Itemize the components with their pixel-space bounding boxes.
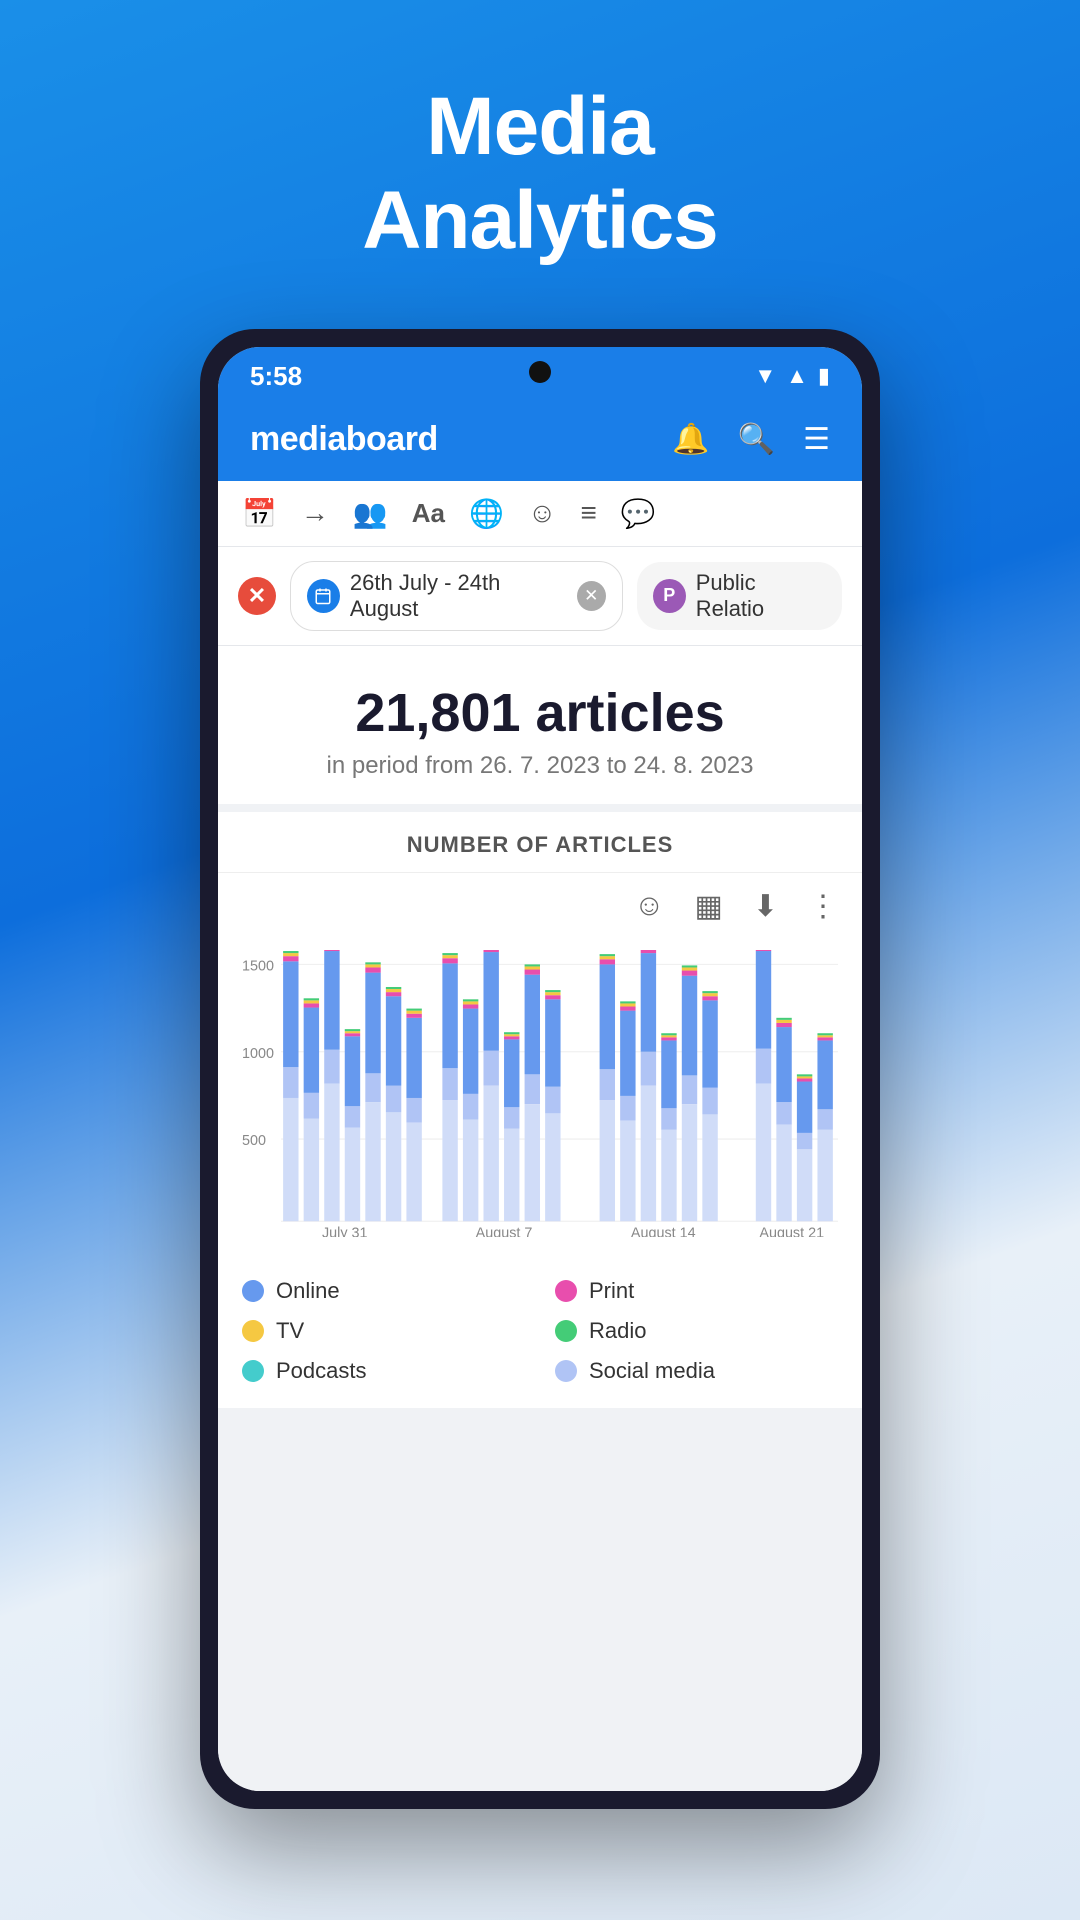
sort-filter-icon[interactable]: ≡: [580, 497, 596, 529]
bar-chart-icon[interactable]: ▦: [695, 889, 723, 924]
app-bar: mediaboard 🔔 🔍 ☰: [218, 402, 862, 481]
social-dot: [555, 1360, 577, 1382]
bar-group-9: [463, 999, 478, 1221]
legend-radio: Radio: [555, 1318, 838, 1344]
main-content: 21,801 articles in period from 26. 7. 20…: [218, 646, 862, 1791]
bar-group-19: [702, 991, 717, 1221]
app-bar-icons[interactable]: 🔔 🔍 ☰: [672, 422, 830, 457]
chart-area: 1500 1000 500: [218, 940, 862, 1259]
stats-header: 21,801 articles in period from 26. 7. 20…: [218, 646, 862, 804]
close-icon: ✕: [248, 583, 266, 609]
bar-group-16: [641, 950, 656, 1221]
region-filter-icon[interactable]: 🌐: [469, 497, 504, 530]
bar-group-20: [756, 950, 771, 1221]
print-dot: [555, 1280, 577, 1302]
legend-podcasts: Podcasts: [242, 1358, 525, 1384]
svg-text:August 14: August 14: [631, 1225, 696, 1237]
article-count: 21,801 articles: [242, 682, 838, 744]
legend-podcasts-label: Podcasts: [276, 1358, 367, 1384]
sentiment-chart-icon[interactable]: ☺: [634, 889, 665, 923]
date-chip-icon: [307, 579, 340, 613]
bar-group-1: [283, 951, 298, 1221]
wifi-icon: ▼: [754, 363, 776, 389]
date-range-chip[interactable]: 26th July - 24th August ✕: [290, 561, 623, 631]
chart-legend: Online Print TV Radio: [218, 1258, 862, 1408]
bar-group-7: [406, 1008, 421, 1221]
radio-dot: [555, 1320, 577, 1342]
bar-group-5: [365, 962, 380, 1221]
remove-date-chip-button[interactable]: ✕: [577, 581, 606, 611]
bar-group-13: [545, 990, 560, 1221]
sentiment-filter-icon[interactable]: ☺: [528, 497, 557, 529]
legend-print: Print: [555, 1278, 838, 1304]
menu-icon[interactable]: ☰: [803, 422, 830, 457]
filter-toolbar[interactable]: 📅 → 👥 Aa 🌐 ☺ ≡ 💬: [218, 481, 862, 547]
bar-group-10: [483, 950, 498, 1221]
language-filter-icon[interactable]: Aa: [412, 498, 445, 529]
battery-icon: ▮: [818, 363, 830, 389]
svg-text:1000: 1000: [242, 1045, 274, 1061]
chart-title: NUMBER OF ARTICLES: [218, 812, 862, 873]
bar-chart-svg: 1500 1000 500: [242, 950, 838, 1238]
status-time: 5:58: [250, 361, 302, 392]
legend-radio-label: Radio: [589, 1318, 646, 1344]
bar-group-12: [525, 964, 540, 1221]
bar-group-23: [817, 1033, 832, 1221]
legend-social: Social media: [555, 1358, 838, 1384]
author-filter-icon[interactable]: 👥: [353, 497, 388, 530]
stats-period: in period from 26. 7. 2023 to 24. 8. 202…: [242, 752, 838, 780]
status-icons: ▼ ▲ ▮: [754, 363, 830, 389]
signal-icon: ▲: [786, 363, 808, 389]
pr-chip[interactable]: P Public Relatio: [637, 562, 842, 630]
svg-text:August 21: August 21: [759, 1225, 824, 1237]
notification-icon[interactable]: 🔔: [672, 422, 709, 457]
camera-dot: [529, 361, 551, 383]
bar-group-15: [620, 1001, 635, 1221]
pr-avatar: P: [653, 579, 686, 613]
bar-group-4: [345, 1029, 360, 1221]
podcasts-dot: [242, 1360, 264, 1382]
bar-group-14: [600, 954, 615, 1221]
legend-tv-label: TV: [276, 1318, 304, 1344]
clear-filter-button[interactable]: ✕: [238, 577, 276, 615]
bar-group-18: [682, 965, 697, 1221]
calendar-filter-icon[interactable]: 📅: [242, 497, 277, 530]
more-options-icon[interactable]: ⋮: [808, 889, 838, 924]
chart-toolbar[interactable]: ☺ ▦ ⬇ ⋮: [218, 873, 862, 940]
phone-mockup: 5:58 ▼ ▲ ▮ mediaboard 🔔 🔍 ☰ 📅 → 👥 Aa 🌐 ☺: [200, 329, 880, 1809]
chip-close-icon: ✕: [584, 586, 598, 606]
source-filter-icon[interactable]: →: [301, 497, 329, 529]
legend-print-label: Print: [589, 1278, 634, 1304]
filter-chips-row: ✕ 26th July - 24th August ✕: [218, 547, 862, 646]
svg-text:July 31: July 31: [322, 1225, 368, 1237]
svg-text:1500: 1500: [242, 958, 274, 974]
bar-group-17: [661, 1033, 676, 1221]
bar-group-8: [442, 953, 457, 1221]
tv-dot: [242, 1320, 264, 1342]
bar-group-6: [386, 987, 401, 1221]
search-icon[interactable]: 🔍: [738, 422, 775, 457]
legend-social-label: Social media: [589, 1358, 715, 1384]
phone-screen: 5:58 ▼ ▲ ▮ mediaboard 🔔 🔍 ☰ 📅 → 👥 Aa 🌐 ☺: [218, 347, 862, 1791]
download-icon[interactable]: ⬇: [753, 889, 778, 924]
bar-group-2: [304, 998, 319, 1221]
svg-text:August 7: August 7: [476, 1225, 533, 1237]
legend-tv: TV: [242, 1318, 525, 1344]
comment-filter-icon[interactable]: 💬: [621, 497, 656, 530]
bar-group-21: [776, 1017, 791, 1220]
legend-online-label: Online: [276, 1278, 340, 1304]
chart-section: NUMBER OF ARTICLES ☺ ▦ ⬇ ⋮ 1500 1000 500: [218, 812, 862, 1409]
date-range-text: 26th July - 24th August: [350, 570, 567, 622]
hero-title: Media Analytics: [362, 80, 718, 269]
bar-group-11: [504, 1032, 519, 1221]
online-dot: [242, 1280, 264, 1302]
bar-group-3: [324, 950, 339, 1221]
pr-chip-text: Public Relatio: [696, 570, 826, 622]
svg-text:500: 500: [242, 1133, 266, 1149]
app-logo: mediaboard: [250, 420, 438, 459]
bar-group-22: [797, 1074, 812, 1221]
legend-online: Online: [242, 1278, 525, 1304]
